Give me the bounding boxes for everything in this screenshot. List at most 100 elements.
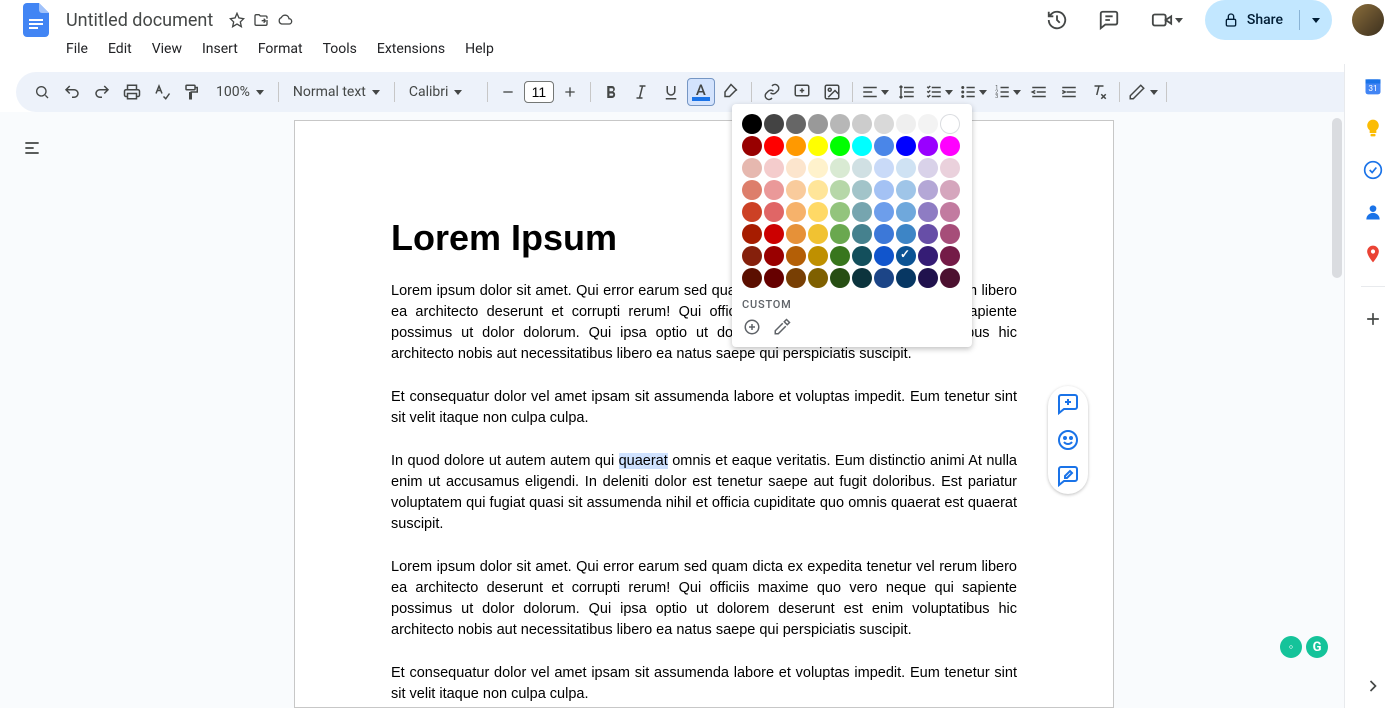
color-swatch[interactable]: [940, 246, 960, 266]
menu-help[interactable]: Help: [457, 37, 502, 61]
menu-edit[interactable]: Edit: [100, 37, 140, 61]
line-spacing-icon[interactable]: [893, 78, 921, 106]
color-swatch[interactable]: [742, 136, 762, 156]
decrease-font-icon[interactable]: [494, 78, 522, 106]
add-emoji-float-icon[interactable]: [1056, 428, 1080, 452]
color-swatch[interactable]: [742, 224, 762, 244]
color-swatch[interactable]: [874, 224, 894, 244]
color-swatch[interactable]: [808, 202, 828, 222]
color-swatch[interactable]: [808, 268, 828, 288]
color-swatch[interactable]: [830, 268, 850, 288]
color-swatch[interactable]: [786, 202, 806, 222]
color-swatch[interactable]: [808, 246, 828, 266]
increase-indent-icon[interactable]: [1055, 78, 1083, 106]
color-swatch[interactable]: [940, 114, 960, 134]
color-swatch[interactable]: [830, 180, 850, 200]
color-swatch[interactable]: [896, 114, 916, 134]
document-title[interactable]: Untitled document: [60, 8, 219, 33]
color-swatch[interactable]: [896, 136, 916, 156]
hide-side-panel-icon[interactable]: [1363, 676, 1383, 696]
color-swatch[interactable]: [896, 158, 916, 178]
print-icon[interactable]: [118, 78, 146, 106]
italic-icon[interactable]: [627, 78, 655, 106]
color-swatch[interactable]: [874, 114, 894, 134]
star-icon[interactable]: [227, 10, 247, 30]
color-swatch[interactable]: [808, 114, 828, 134]
checklist-icon[interactable]: [923, 78, 955, 106]
color-swatch[interactable]: [874, 246, 894, 266]
color-swatch[interactable]: [896, 268, 916, 288]
color-swatch[interactable]: [786, 268, 806, 288]
color-swatch[interactable]: [918, 158, 938, 178]
add-comment-float-icon[interactable]: [1056, 392, 1080, 416]
numbered-list-icon[interactable]: 123: [991, 78, 1023, 106]
color-swatch[interactable]: [764, 202, 784, 222]
share-button[interactable]: Share: [1205, 0, 1332, 40]
keep-icon[interactable]: [1363, 118, 1383, 138]
color-swatch[interactable]: [918, 114, 938, 134]
account-avatar[interactable]: [1352, 4, 1384, 36]
bullet-list-icon[interactable]: [957, 78, 989, 106]
color-swatch[interactable]: [786, 224, 806, 244]
insert-image-icon[interactable]: [818, 78, 846, 106]
color-swatch[interactable]: [830, 136, 850, 156]
color-swatch[interactable]: [896, 224, 916, 244]
color-swatch[interactable]: [764, 246, 784, 266]
menu-format[interactable]: Format: [250, 37, 311, 61]
color-swatch[interactable]: [786, 114, 806, 134]
color-swatch[interactable]: [852, 180, 872, 200]
get-addons-icon[interactable]: [1363, 309, 1383, 329]
menu-extensions[interactable]: Extensions: [369, 37, 453, 61]
color-swatch[interactable]: [830, 246, 850, 266]
color-swatch[interactable]: [852, 158, 872, 178]
color-swatch[interactable]: [742, 114, 762, 134]
docs-logo[interactable]: [16, 0, 56, 40]
color-swatch[interactable]: [874, 268, 894, 288]
color-swatch[interactable]: [786, 180, 806, 200]
color-swatch[interactable]: [918, 268, 938, 288]
color-swatch[interactable]: [742, 246, 762, 266]
comments-icon[interactable]: [1089, 0, 1129, 40]
color-swatch[interactable]: [918, 246, 938, 266]
color-swatch[interactable]: [896, 246, 916, 266]
eyedropper-icon[interactable]: [772, 317, 792, 337]
color-swatch[interactable]: [808, 180, 828, 200]
color-swatch[interactable]: [874, 158, 894, 178]
calendar-icon[interactable]: 31: [1363, 76, 1383, 96]
color-swatch[interactable]: [896, 202, 916, 222]
paint-format-icon[interactable]: [178, 78, 206, 106]
color-swatch[interactable]: [830, 158, 850, 178]
contacts-icon[interactable]: [1363, 202, 1383, 222]
color-swatch[interactable]: [742, 268, 762, 288]
color-swatch[interactable]: [830, 202, 850, 222]
decrease-indent-icon[interactable]: [1025, 78, 1053, 106]
color-swatch[interactable]: [786, 246, 806, 266]
color-swatch[interactable]: [786, 136, 806, 156]
color-swatch[interactable]: [874, 202, 894, 222]
menu-tools[interactable]: Tools: [315, 37, 365, 61]
color-swatch[interactable]: [852, 136, 872, 156]
color-swatch[interactable]: [940, 224, 960, 244]
color-swatch[interactable]: [764, 114, 784, 134]
color-swatch[interactable]: [918, 224, 938, 244]
menu-view[interactable]: View: [144, 37, 190, 61]
scrollbar-thumb[interactable]: [1332, 118, 1342, 278]
color-swatch[interactable]: [830, 114, 850, 134]
color-swatch[interactable]: [896, 180, 916, 200]
color-swatch[interactable]: [852, 224, 872, 244]
menu-file[interactable]: File: [58, 37, 96, 61]
color-swatch[interactable]: [852, 246, 872, 266]
color-swatch[interactable]: [764, 180, 784, 200]
outline-toggle-icon[interactable]: [18, 134, 46, 162]
color-swatch[interactable]: [940, 180, 960, 200]
color-swatch[interactable]: [940, 158, 960, 178]
zoom-select[interactable]: 100%: [208, 84, 272, 100]
color-swatch[interactable]: [808, 136, 828, 156]
grammarly-widget[interactable]: ◦ G: [1280, 636, 1328, 658]
cloud-status-icon[interactable]: [275, 10, 295, 30]
clear-format-icon[interactable]: [1085, 78, 1113, 106]
font-select[interactable]: Calibri: [401, 84, 481, 100]
undo-icon[interactable]: [58, 78, 86, 106]
suggest-edit-float-icon[interactable]: [1056, 464, 1080, 488]
color-swatch[interactable]: [940, 202, 960, 222]
